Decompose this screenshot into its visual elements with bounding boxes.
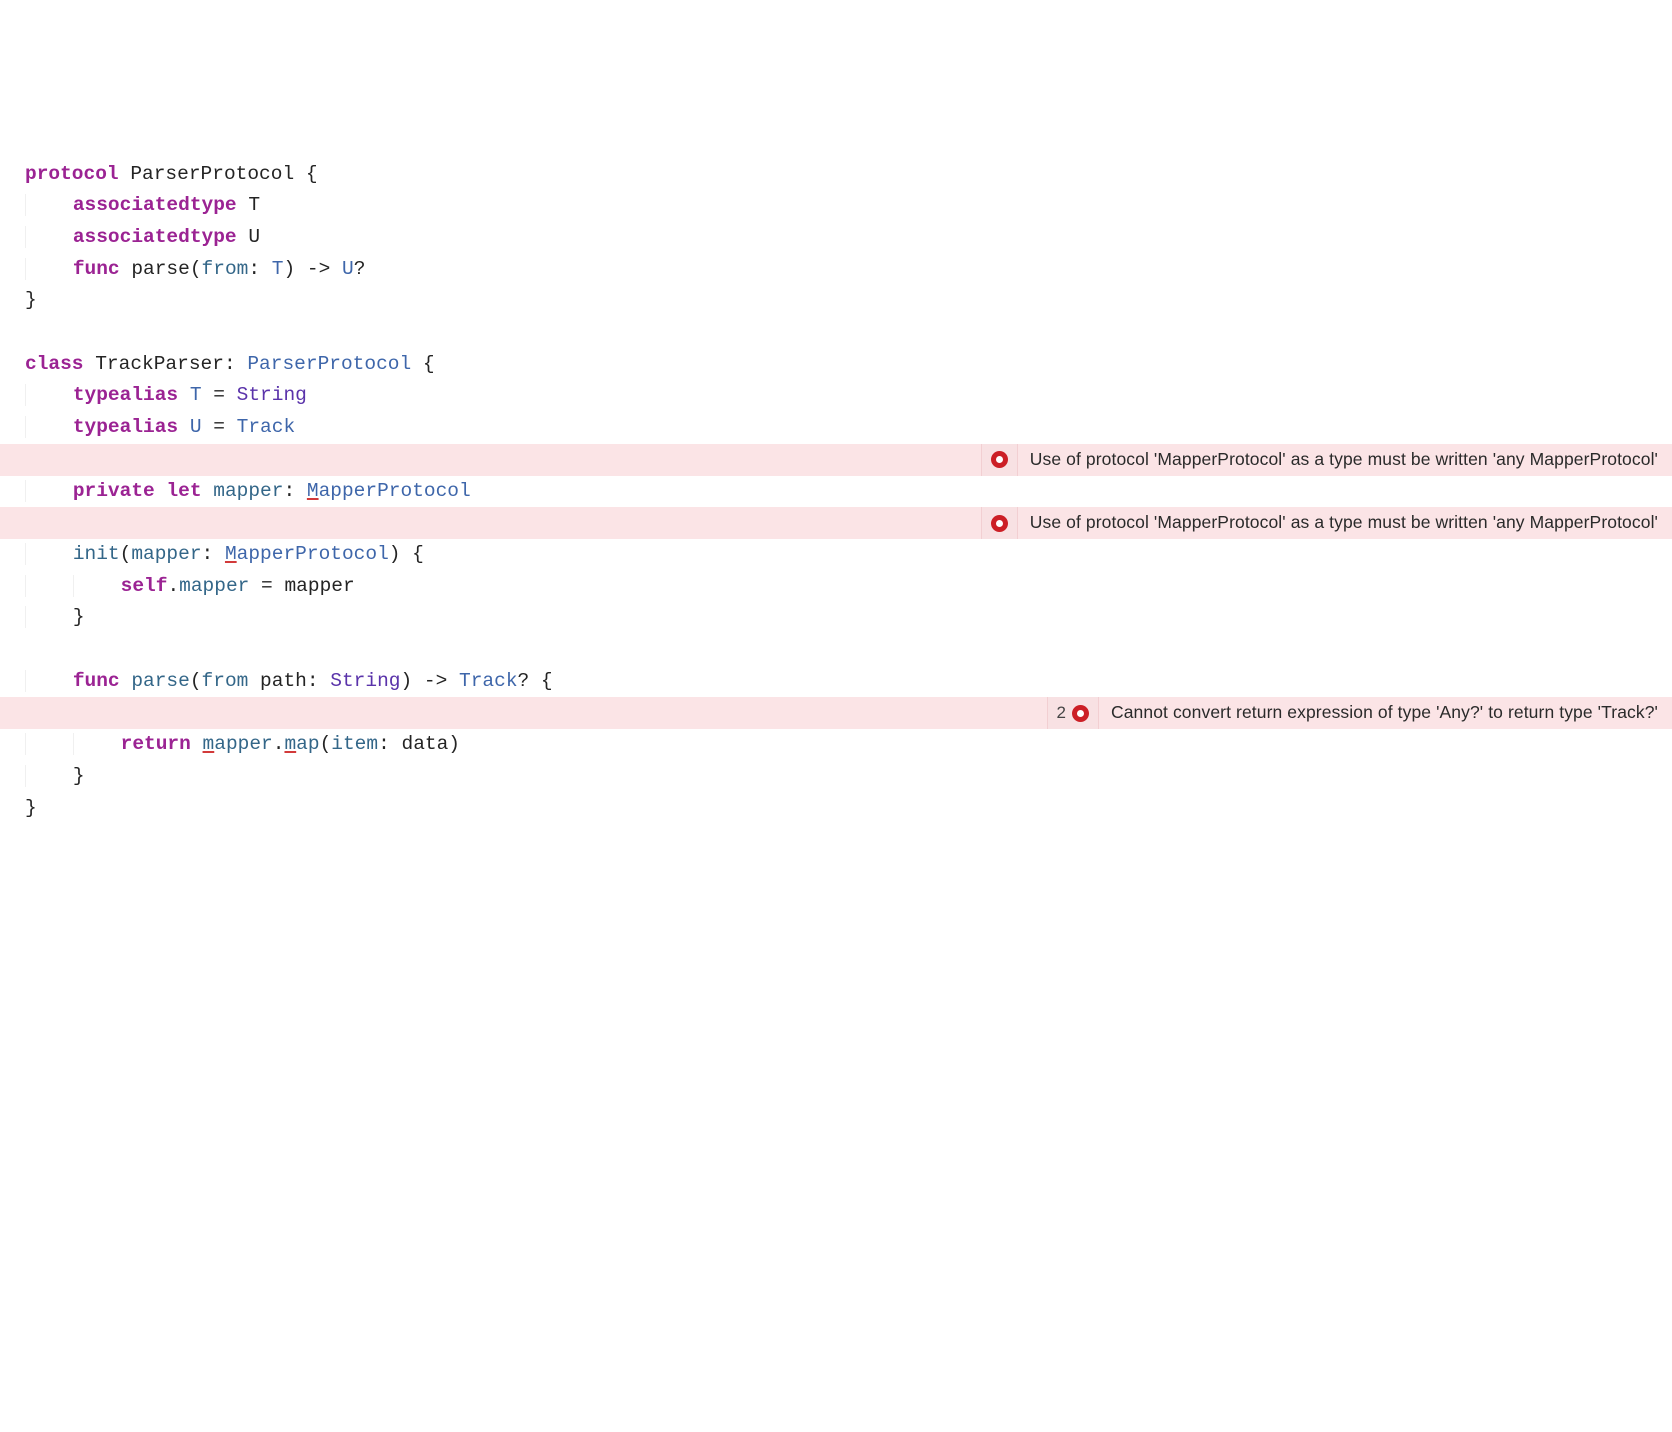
error-overlay[interactable]: Use of protocol 'MapperProtocol' as a ty… [981, 444, 1672, 476]
code-line[interactable]: } [0, 254, 1672, 286]
error-message[interactable]: Cannot convert return expression of type… [1098, 697, 1672, 729]
error-icon [1072, 705, 1089, 722]
error-badge[interactable]: 2 [1047, 697, 1098, 729]
code-line[interactable]: guard let data = try? Data(contentsOf: U… [0, 666, 1672, 698]
error-overlay[interactable]: Use of protocol 'MapperProtocol' as a ty… [981, 507, 1672, 539]
code-editor[interactable]: protocol ParserProtocol { associatedtype… [0, 127, 1672, 843]
code-line[interactable] [0, 285, 1672, 317]
code-line-error[interactable]: return mapper.map(item: data) 2 Cannot c… [0, 697, 1672, 729]
code-line[interactable]: func parse(from path: String) -> Track? … [0, 634, 1672, 666]
code-line[interactable]: self.mapper = mapper [0, 539, 1672, 571]
code-line[interactable]: } [0, 729, 1672, 761]
code-line-error[interactable]: init(mapper: MapperProtocol) { Use of pr… [0, 507, 1672, 539]
error-icon [991, 515, 1008, 532]
code-line[interactable]: } [0, 571, 1672, 603]
error-overlay[interactable]: 2 Cannot convert return expression of ty… [1047, 697, 1672, 729]
code-line[interactable]: } [0, 761, 1672, 793]
code-line[interactable]: typealias U = Track [0, 380, 1672, 412]
code-line[interactable] [0, 412, 1672, 444]
code-line-error[interactable]: private let mapper: MapperProtocol Use o… [0, 444, 1672, 476]
code-line[interactable]: protocol ParserProtocol { [0, 127, 1672, 159]
error-badge[interactable] [981, 507, 1017, 539]
code-line[interactable]: associatedtype T [0, 159, 1672, 191]
code-line[interactable] [0, 476, 1672, 508]
code-line[interactable]: associatedtype U [0, 190, 1672, 222]
error-message[interactable]: Use of protocol 'MapperProtocol' as a ty… [1017, 444, 1672, 476]
code-line[interactable]: class TrackParser: ParserProtocol { [0, 317, 1672, 349]
error-badge[interactable] [981, 444, 1017, 476]
error-icon [991, 451, 1008, 468]
error-count: 2 [1057, 697, 1066, 729]
code-line[interactable] [0, 602, 1672, 634]
code-line[interactable]: func parse(from: T) -> U? [0, 222, 1672, 254]
error-message[interactable]: Use of protocol 'MapperProtocol' as a ty… [1017, 507, 1672, 539]
code-line[interactable]: typealias T = String [0, 349, 1672, 381]
